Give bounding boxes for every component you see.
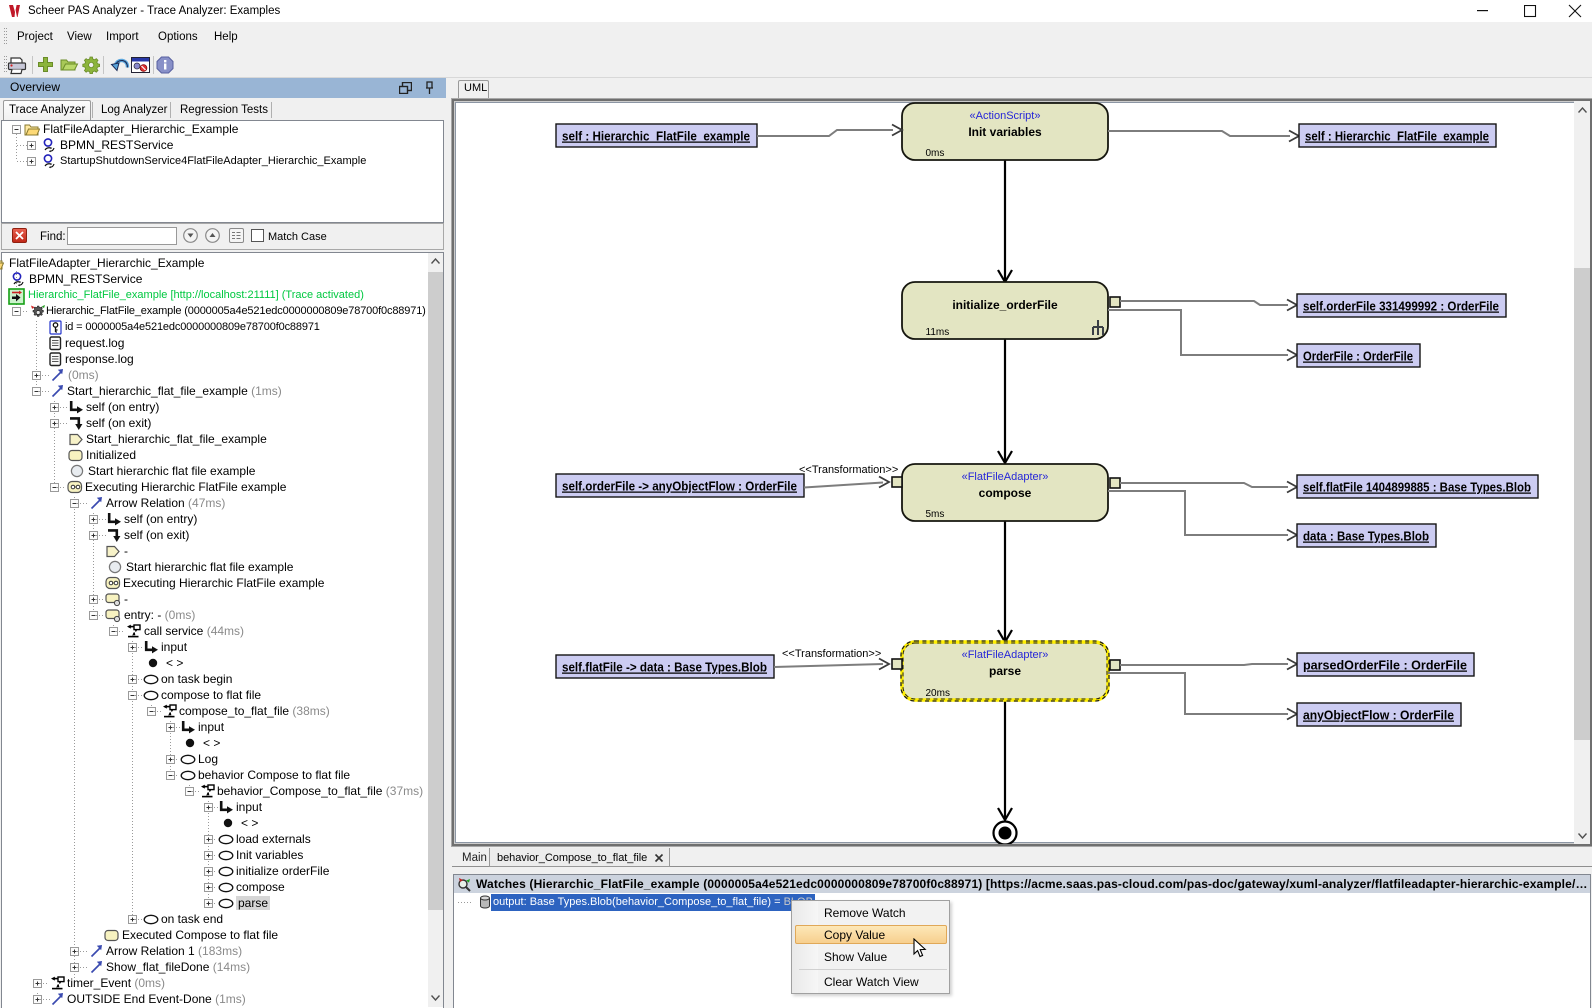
svg-text:5ms: 5ms [926,509,945,520]
svg-text:11ms: 11ms [926,327,950,338]
svg-text:Init variables: Init variables [968,125,1042,139]
svg-text:data : Base Types.Blob: data : Base Types.Blob [1303,530,1429,544]
svg-text:self : Hierarchic_FlatFile_exa: self : Hierarchic_FlatFile_example [1305,130,1489,144]
svg-text:self.orderFile -> anyObjectFlo: self.orderFile -> anyObjectFlow : OrderF… [562,480,797,494]
svg-text:self : Hierarchic_FlatFile_exa: self : Hierarchic_FlatFile_example [562,130,750,144]
svg-text:«FlatFileAdapter»: «FlatFileAdapter» [962,649,1049,661]
svg-text:anyObjectFlow : OrderFile: anyObjectFlow : OrderFile [1303,709,1454,723]
svg-text:0ms: 0ms [926,148,945,159]
svg-text:«ActionScript»: «ActionScript» [970,110,1041,122]
svg-text:compose: compose [979,486,1032,500]
svg-text:parse: parse [989,664,1021,678]
svg-text:parsedOrderFile : OrderFile: parsedOrderFile : OrderFile [1303,659,1467,673]
svg-text:self.flatFile 1404899885 : Bas: self.flatFile 1404899885 : Base Types.Bl… [1303,481,1531,495]
svg-text:20ms: 20ms [926,688,950,699]
svg-text:OrderFile : OrderFile: OrderFile : OrderFile [1303,350,1413,364]
svg-text:«FlatFileAdapter»: «FlatFileAdapter» [962,471,1049,483]
svg-text:<<Transformation>>: <<Transformation>> [799,464,898,476]
svg-text:self.flatFile -> data : Base T: self.flatFile -> data : Base Types.Blob [562,661,767,675]
svg-text:<<Transformation>>: <<Transformation>> [782,648,881,660]
svg-text:initialize_orderFile: initialize_orderFile [952,298,1058,312]
svg-text:self.orderFile 331499992 : Ord: self.orderFile 331499992 : OrderFile [1303,300,1499,314]
